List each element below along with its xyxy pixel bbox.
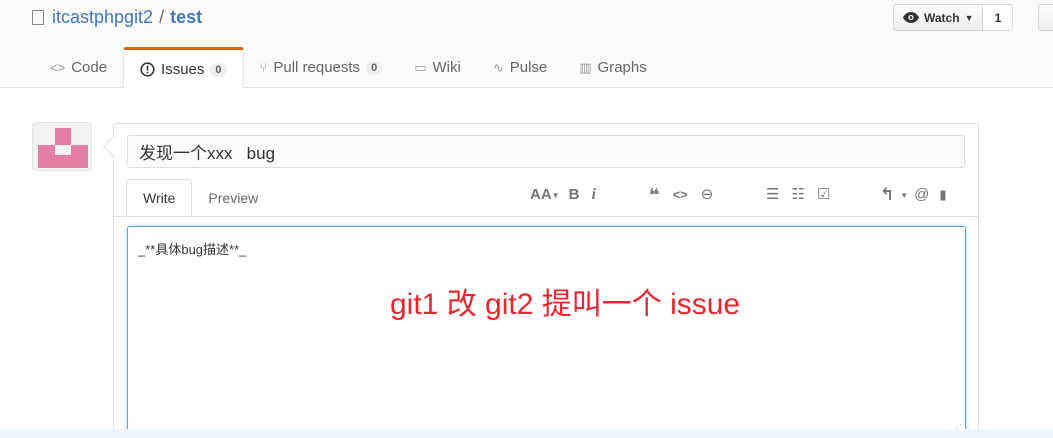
repo-owner-link[interactable]: itcastphpgit2 <box>52 7 153 28</box>
code-icon[interactable]: <> <box>673 185 688 205</box>
tab-graphs[interactable]: ▥ Graphs <box>563 47 663 88</box>
issue-body-text: _**具体bug描述**_ <box>138 242 247 257</box>
book-icon: ▭ <box>414 59 427 75</box>
reply-icon[interactable]: ↰ <box>880 185 894 205</box>
unordered-list-icon[interactable]: ☰ <box>766 185 779 205</box>
tab-wiki[interactable]: ▭ Wiki <box>398 47 477 88</box>
tab-write[interactable]: Write <box>126 179 193 217</box>
breadcrumb-separator: / <box>159 7 165 27</box>
git-pull-request-icon: ⑂ <box>259 60 268 75</box>
task-list-icon[interactable]: ☑ <box>817 185 830 205</box>
issue-title-input[interactable] <box>127 135 965 168</box>
repo-breadcrumb: itcastphpgit2 / test <box>32 7 202 28</box>
page: itcastphpgit2 / test Watch ▼ 1 <> Code I… <box>0 0 1053 438</box>
repo-icon <box>32 10 44 25</box>
tab-label: Code <box>71 59 108 76</box>
watch-widget: Watch ▼ 1 <box>893 4 1014 31</box>
markdown-toolbar-insert: ❝ <> ⊖ <box>649 185 713 205</box>
tab-pull-requests[interactable]: ⑂ Pull requests 0 <box>244 47 399 88</box>
issues-counter: 0 <box>210 62 227 77</box>
text-size-icon[interactable]: AA <box>530 185 552 205</box>
markdown-toolbar-lists: ☰ ☷ ☑ <box>766 185 830 205</box>
tab-label: Issues <box>161 61 205 78</box>
caret-down-icon: ▼ <box>964 12 974 23</box>
pull-requests-counter: 0 <box>366 60 383 75</box>
caret-down-icon: ▼ <box>551 190 560 200</box>
bookmark-icon[interactable]: ▮ <box>939 185 946 205</box>
annotation-overlay: git1 改 git2 提叫一个 issue <box>390 288 741 321</box>
pulse-icon: ∿ <box>492 59 504 75</box>
tabs-divider <box>114 216 978 217</box>
markdown-toolbar-extras: ↰ ▼ @ ▮ <box>880 185 947 205</box>
new-issue-form: Write Preview AA ▼ B i ❝ <> ⊖ ☰ ☷ ☑ ↰ ▼ … <box>113 123 979 438</box>
issue-opened-icon <box>140 62 155 77</box>
write-preview-tabs: Write Preview <box>126 179 274 217</box>
graph-icon: ▥ <box>579 59 592 75</box>
code-icon: <> <box>50 60 66 75</box>
repo-nav-tabs: <> Code Issues 0 ⑂ Pull requests 0 ▭ Wik… <box>34 47 663 89</box>
link-icon[interactable]: ⊖ <box>701 185 714 205</box>
tab-label: Pull requests <box>273 59 361 76</box>
repo-header: itcastphpgit2 / test Watch ▼ 1 <> Code I… <box>0 0 1053 89</box>
tab-preview[interactable]: Preview <box>192 179 274 216</box>
mention-icon[interactable]: @ <box>914 185 929 205</box>
tab-code[interactable]: <> Code <box>34 47 123 88</box>
ordered-list-icon[interactable]: ☷ <box>791 185 804 205</box>
caret-down-icon: ▼ <box>900 190 909 200</box>
bottom-strip <box>0 429 1053 438</box>
watch-count[interactable]: 1 <box>983 4 1014 31</box>
issue-body-textarea[interactable]: _**具体bug描述**_ git1 改 git2 提叫一个 issue ⋰ <box>127 226 966 436</box>
avatar[interactable] <box>32 122 92 171</box>
tab-pulse[interactable]: ∿ Pulse <box>477 47 563 88</box>
tab-label: Graphs <box>597 59 647 76</box>
tab-label: Wiki <box>432 59 461 76</box>
tab-issues[interactable]: Issues 0 <box>123 47 244 89</box>
bold-icon[interactable]: B <box>569 185 580 205</box>
tab-label: Pulse <box>509 59 548 76</box>
star-button-edge[interactable] <box>1038 4 1053 31</box>
quote-icon[interactable]: ❝ <box>649 185 660 205</box>
watch-button[interactable]: Watch ▼ <box>893 4 984 31</box>
markdown-toolbar-text: AA ▼ B i <box>530 185 596 205</box>
eye-icon <box>903 12 919 23</box>
italic-icon[interactable]: i <box>591 185 595 205</box>
repo-name-link[interactable]: test <box>170 7 202 28</box>
watch-label: Watch <box>924 10 960 25</box>
